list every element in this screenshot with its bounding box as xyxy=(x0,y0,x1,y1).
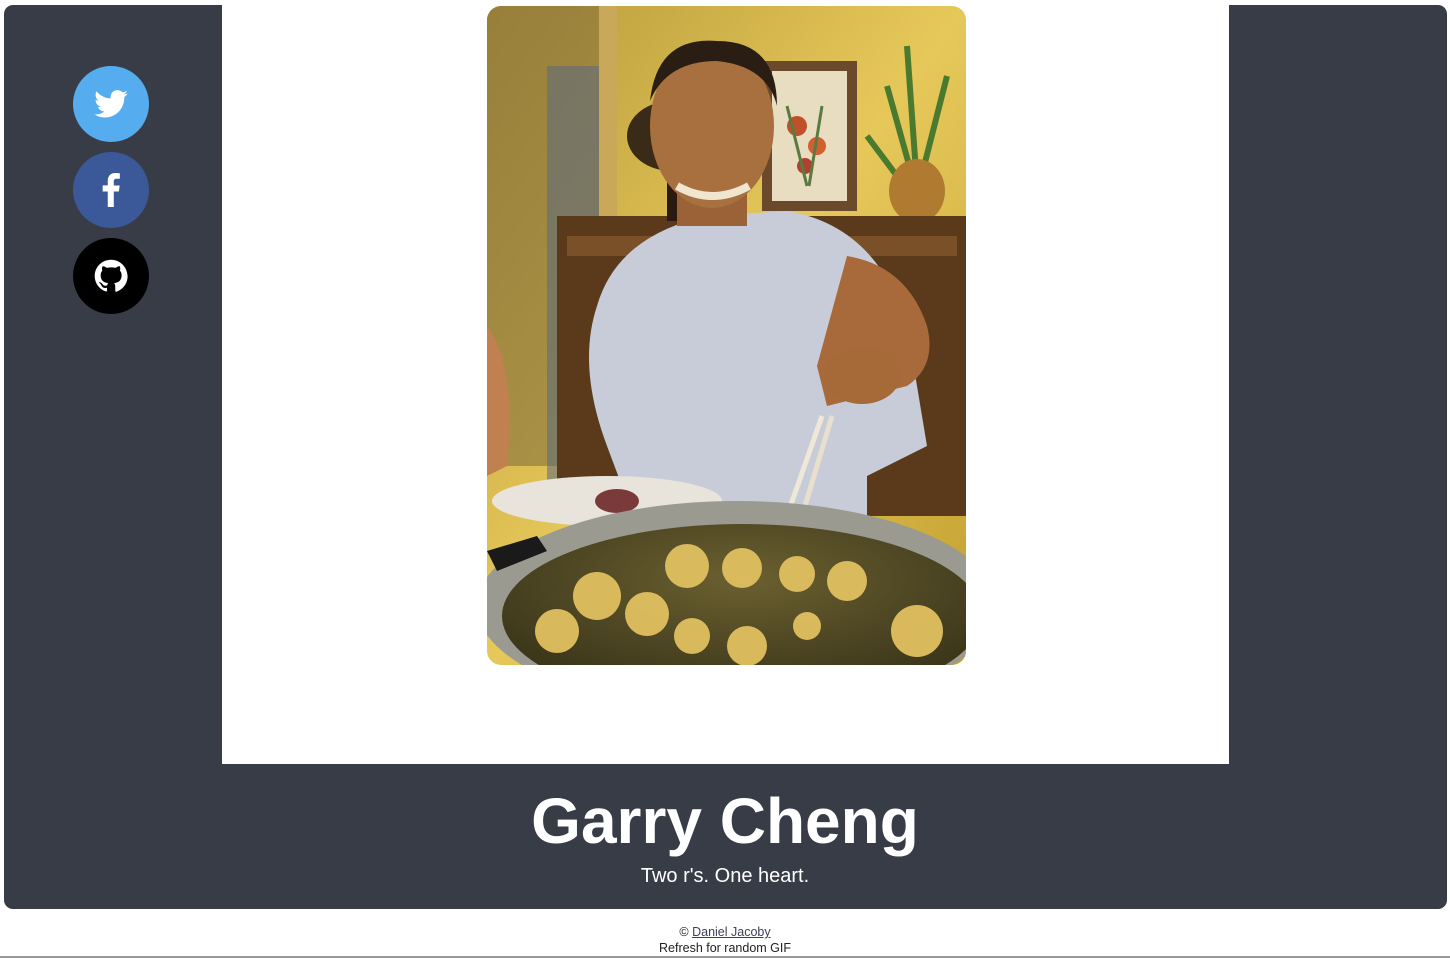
github-button[interactable] xyxy=(73,238,149,314)
twitter-icon xyxy=(94,90,128,118)
copyright-symbol: © xyxy=(679,925,689,939)
profile-photo xyxy=(487,6,966,665)
facebook-button[interactable] xyxy=(73,152,149,228)
refresh-note: Refresh for random GIF xyxy=(659,941,791,955)
twitter-button[interactable] xyxy=(73,66,149,142)
photo-illustration xyxy=(487,6,966,665)
page-title: Garry Cheng xyxy=(531,785,919,857)
tagline: Two r's. One heart. xyxy=(640,865,810,887)
author-link[interactable]: Daniel Jacoby xyxy=(692,925,771,939)
facebook-icon xyxy=(102,173,120,207)
copyright-line: © Daniel Jacoby xyxy=(0,924,1450,940)
github-icon xyxy=(94,259,128,292)
footer: © Daniel Jacoby Refresh for random GIF xyxy=(0,924,1450,956)
